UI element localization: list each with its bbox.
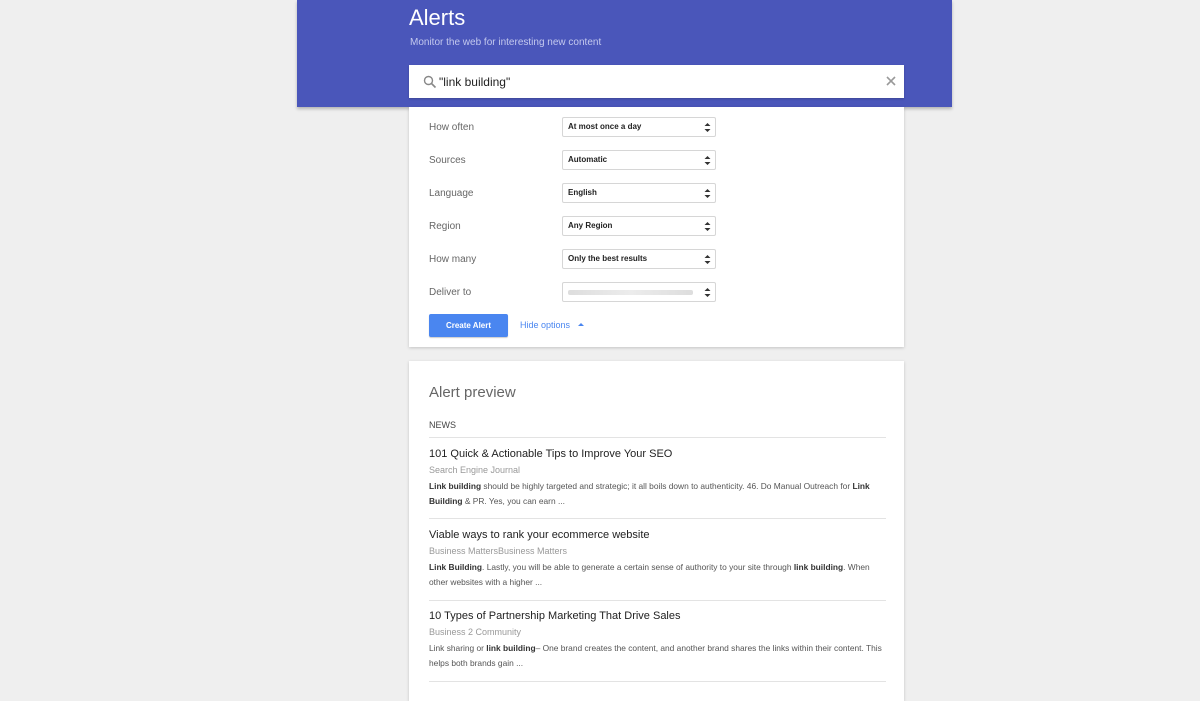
sources-select[interactable]: Automatic [562,150,716,170]
article-snippet: Link Building. Lastly, you will be able … [429,560,889,590]
search-input[interactable] [439,65,869,98]
deliver-to-select[interactable] [562,282,716,302]
divider [429,437,886,438]
page-subtitle: Monitor the web for interesting new cont… [410,37,602,48]
article-title[interactable]: 101 Quick & Actionable Tips to Improve Y… [429,448,672,460]
select-arrows-icon [704,123,711,132]
how-many-value: Only the best results [568,254,648,263]
divider [429,518,886,519]
alerts-page: Alerts Monitor the web for interesting n… [297,0,952,701]
redacted-email [568,290,693,295]
snippet-text: . Lastly, you will be able to generate a… [482,562,794,572]
how-many-select[interactable]: Only the best results [562,249,716,269]
article-title[interactable]: Viable ways to rank your ecommerce websi… [429,529,650,541]
search-bar[interactable] [409,65,904,98]
snippet-text: Link sharing or [429,643,487,653]
select-arrows-icon [704,288,711,297]
article-source: Business 2 Community [429,627,522,637]
how-many-label: How many [429,254,477,265]
language-select[interactable]: English [562,183,716,203]
region-value: Any Region [568,221,613,230]
select-arrows-icon [704,156,711,165]
highlighted-keyword: link building [793,562,844,572]
deliver-to-label: Deliver to [429,287,472,298]
how-often-label: How often [429,122,475,133]
divider [429,681,886,682]
highlighted-keyword: link building [486,643,536,653]
article-snippet: Link building should be highly targeted … [429,479,889,509]
how-often-value: At most once a day [568,122,642,131]
close-icon[interactable] [884,74,898,88]
sources-label: Sources [429,155,466,166]
sources-value: Automatic [568,155,608,164]
header: Alerts Monitor the web for interesting n… [297,0,952,107]
alert-preview-panel: Alert preview NEWS 101 Quick & Actionabl… [409,361,904,701]
search-icon [423,75,437,89]
article-source: Business MattersBusiness Matters [429,546,568,556]
alert-options-panel: How often At most once a day Sources Aut… [409,107,904,347]
news-section-label: NEWS [429,420,456,430]
region-select[interactable]: Any Region [562,216,716,236]
divider [429,600,886,601]
language-label: Language [429,188,474,199]
select-arrows-icon [704,189,711,198]
chevron-up-icon[interactable] [577,321,585,327]
preview-title: Alert preview [429,384,516,401]
language-value: English [568,188,597,197]
region-label: Region [429,221,461,232]
article-snippet: Link sharing or link building– One brand… [429,641,889,671]
create-alert-button[interactable]: Create Alert [429,314,508,337]
how-often-select[interactable]: At most once a day [562,117,716,137]
hide-options-link[interactable]: Hide options [520,320,570,330]
highlighted-keyword: Link building [429,481,482,491]
select-arrows-icon [704,222,711,231]
snippet-text: should be highly targeted and strategic;… [481,481,853,491]
snippet-text: & PR. Yes, you can earn ... [462,496,565,506]
select-arrows-icon [704,255,711,264]
highlighted-keyword: Link Building [429,562,483,572]
article-source: Search Engine Journal [429,465,521,475]
article-title[interactable]: 10 Types of Partnership Marketing That D… [429,610,681,622]
page-title: Alerts [409,5,466,30]
